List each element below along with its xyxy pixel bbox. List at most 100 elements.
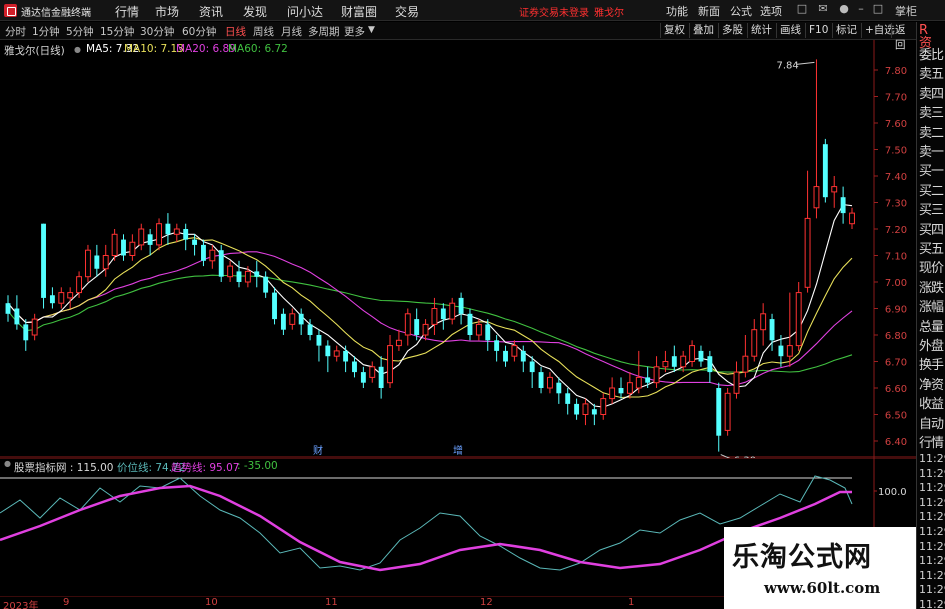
skin-icon[interactable]: □: [795, 2, 809, 16]
menu-item-market[interactable]: 行情: [115, 3, 139, 20]
candle-body: [467, 313, 473, 335]
trade-time: 11:29: [919, 510, 945, 524]
candle-body: [618, 388, 624, 394]
period-minute[interactable]: 分时: [5, 24, 26, 39]
quote-field-label: 卖三: [919, 106, 944, 122]
period-1min[interactable]: 1分钟: [32, 24, 60, 39]
period-more[interactable]: 更多: [344, 24, 365, 39]
menu-item-trade[interactable]: 交易: [395, 3, 419, 20]
period-toolbar: 分时 1分钟 5分钟 15分钟 30分钟 60分钟 日线 周线 月线 多周期 更…: [0, 22, 916, 51]
watermark: 乐淘公式网 www.60lt.com: [724, 527, 916, 609]
info-icon[interactable]: ●: [837, 2, 851, 16]
candle-body: [520, 350, 526, 362]
menu-item-news[interactable]: 资讯: [199, 3, 223, 20]
period-60min[interactable]: 60分钟: [182, 24, 216, 39]
toolbar-multi[interactable]: 多股: [718, 23, 746, 38]
candle-body: [14, 308, 20, 325]
kline-chart[interactable]: 7.80 7.70 7.60 7.50 7.40 7.30 7.20 7.10 7.00 6.90…: [0, 40, 916, 458]
candle-body: [707, 356, 713, 373]
quote-field-label: 外盘: [919, 339, 944, 354]
mail-icon[interactable]: ✉: [816, 2, 830, 16]
candle-body: [414, 319, 420, 335]
candle-body: [307, 324, 313, 335]
stock-name-label: 雅戈尔: [594, 8, 624, 19]
toolbar-mark[interactable]: 标记: [832, 23, 860, 38]
candle-body: [387, 345, 393, 384]
date-label: 9: [63, 597, 70, 608]
candle-body: [511, 345, 518, 357]
quote-field-label: 现价: [919, 261, 944, 277]
candle-body: [280, 313, 286, 330]
login-notice[interactable]: 证券交易未登录: [519, 4, 589, 19]
toolbar-stats[interactable]: 统计: [747, 23, 775, 38]
period-weekly[interactable]: 周线: [253, 24, 274, 39]
period-30min[interactable]: 30分钟: [140, 24, 174, 39]
chevron-down-icon[interactable]: ▼: [368, 25, 375, 35]
menu-item-ask[interactable]: 问小达: [287, 3, 323, 20]
menu-item-discover[interactable]: 发现: [243, 3, 267, 20]
candle-body: [254, 271, 260, 277]
candle-body: [671, 356, 677, 367]
price-tick-label: 7.80: [885, 66, 907, 77]
candle-body: [733, 371, 740, 394]
candle-body: [360, 372, 366, 383]
price-tick-label: 6.40: [885, 437, 907, 448]
candle-body: [85, 249, 91, 278]
menu-options[interactable]: 选项: [760, 3, 782, 19]
ma10-line: [7, 237, 853, 399]
candle-body: [680, 355, 687, 368]
candle-body: [343, 350, 349, 362]
toolbar-f10[interactable]: F10: [805, 23, 831, 38]
candle-body: [751, 329, 758, 357]
candle-body: [378, 366, 384, 388]
period-daily[interactable]: 日线: [225, 24, 246, 39]
candle-body: [662, 361, 669, 368]
period-multi[interactable]: 多周期: [308, 24, 340, 39]
legend-ma60: MA60: 6.72: [228, 43, 288, 55]
quote-field-label: 净资: [919, 377, 944, 393]
candle-body: [529, 361, 535, 373]
candle-body: [849, 212, 855, 225]
candle-body: [227, 265, 234, 278]
period-monthly[interactable]: 月线: [281, 24, 302, 39]
brand-text: 掌柜: [895, 5, 917, 18]
candle-body: [395, 339, 402, 347]
candle-body: [600, 398, 607, 416]
candle-body: [201, 244, 206, 261]
date-label: 10: [205, 597, 218, 608]
candle-body: [645, 377, 651, 383]
maximize-icon[interactable]: □: [871, 2, 885, 16]
minimize-icon[interactable]: –: [854, 2, 868, 16]
trade-time: 11:29: [919, 598, 945, 609]
menu-item-board[interactable]: 市场: [155, 3, 179, 20]
candle-body: [565, 393, 571, 404]
trade-time: 11:29: [919, 452, 945, 465]
toolbar-overlay[interactable]: 叠加: [689, 23, 717, 38]
menu-item-wealth[interactable]: 财富圈: [341, 3, 377, 20]
candle-body: [840, 197, 846, 214]
quote-field-label: 收益: [919, 397, 944, 413]
candle-body: [831, 186, 838, 193]
candle-body: [298, 313, 304, 325]
candle-body: [5, 303, 11, 314]
period-5min[interactable]: 5分钟: [66, 24, 94, 39]
quote-field-label: 委比: [919, 48, 944, 63]
toolbar-draw[interactable]: 画线: [776, 23, 804, 38]
candle-body: [440, 308, 446, 320]
date-label: 11: [325, 597, 338, 608]
price-tick-label: 7.60: [885, 119, 907, 130]
toolbar-adjust[interactable]: 复权: [660, 23, 688, 38]
menu-formula[interactable]: 公式: [730, 3, 752, 19]
high-marker-label: 7.84: [776, 60, 798, 71]
candle-body: [102, 255, 109, 270]
price-tick-label: 7.20: [885, 225, 907, 236]
candle-body: [475, 323, 482, 336]
price-tick-label: 7.70: [885, 93, 907, 104]
menu-function[interactable]: 功能: [666, 3, 688, 19]
candle-body: [449, 302, 456, 320]
price-tick-label: 6.90: [885, 305, 907, 316]
candle-body: [352, 361, 357, 373]
menu-layout[interactable]: 新面: [698, 3, 720, 19]
period-15min[interactable]: 15分钟: [100, 24, 134, 39]
toolbar-back[interactable]: 返回: [891, 23, 916, 51]
